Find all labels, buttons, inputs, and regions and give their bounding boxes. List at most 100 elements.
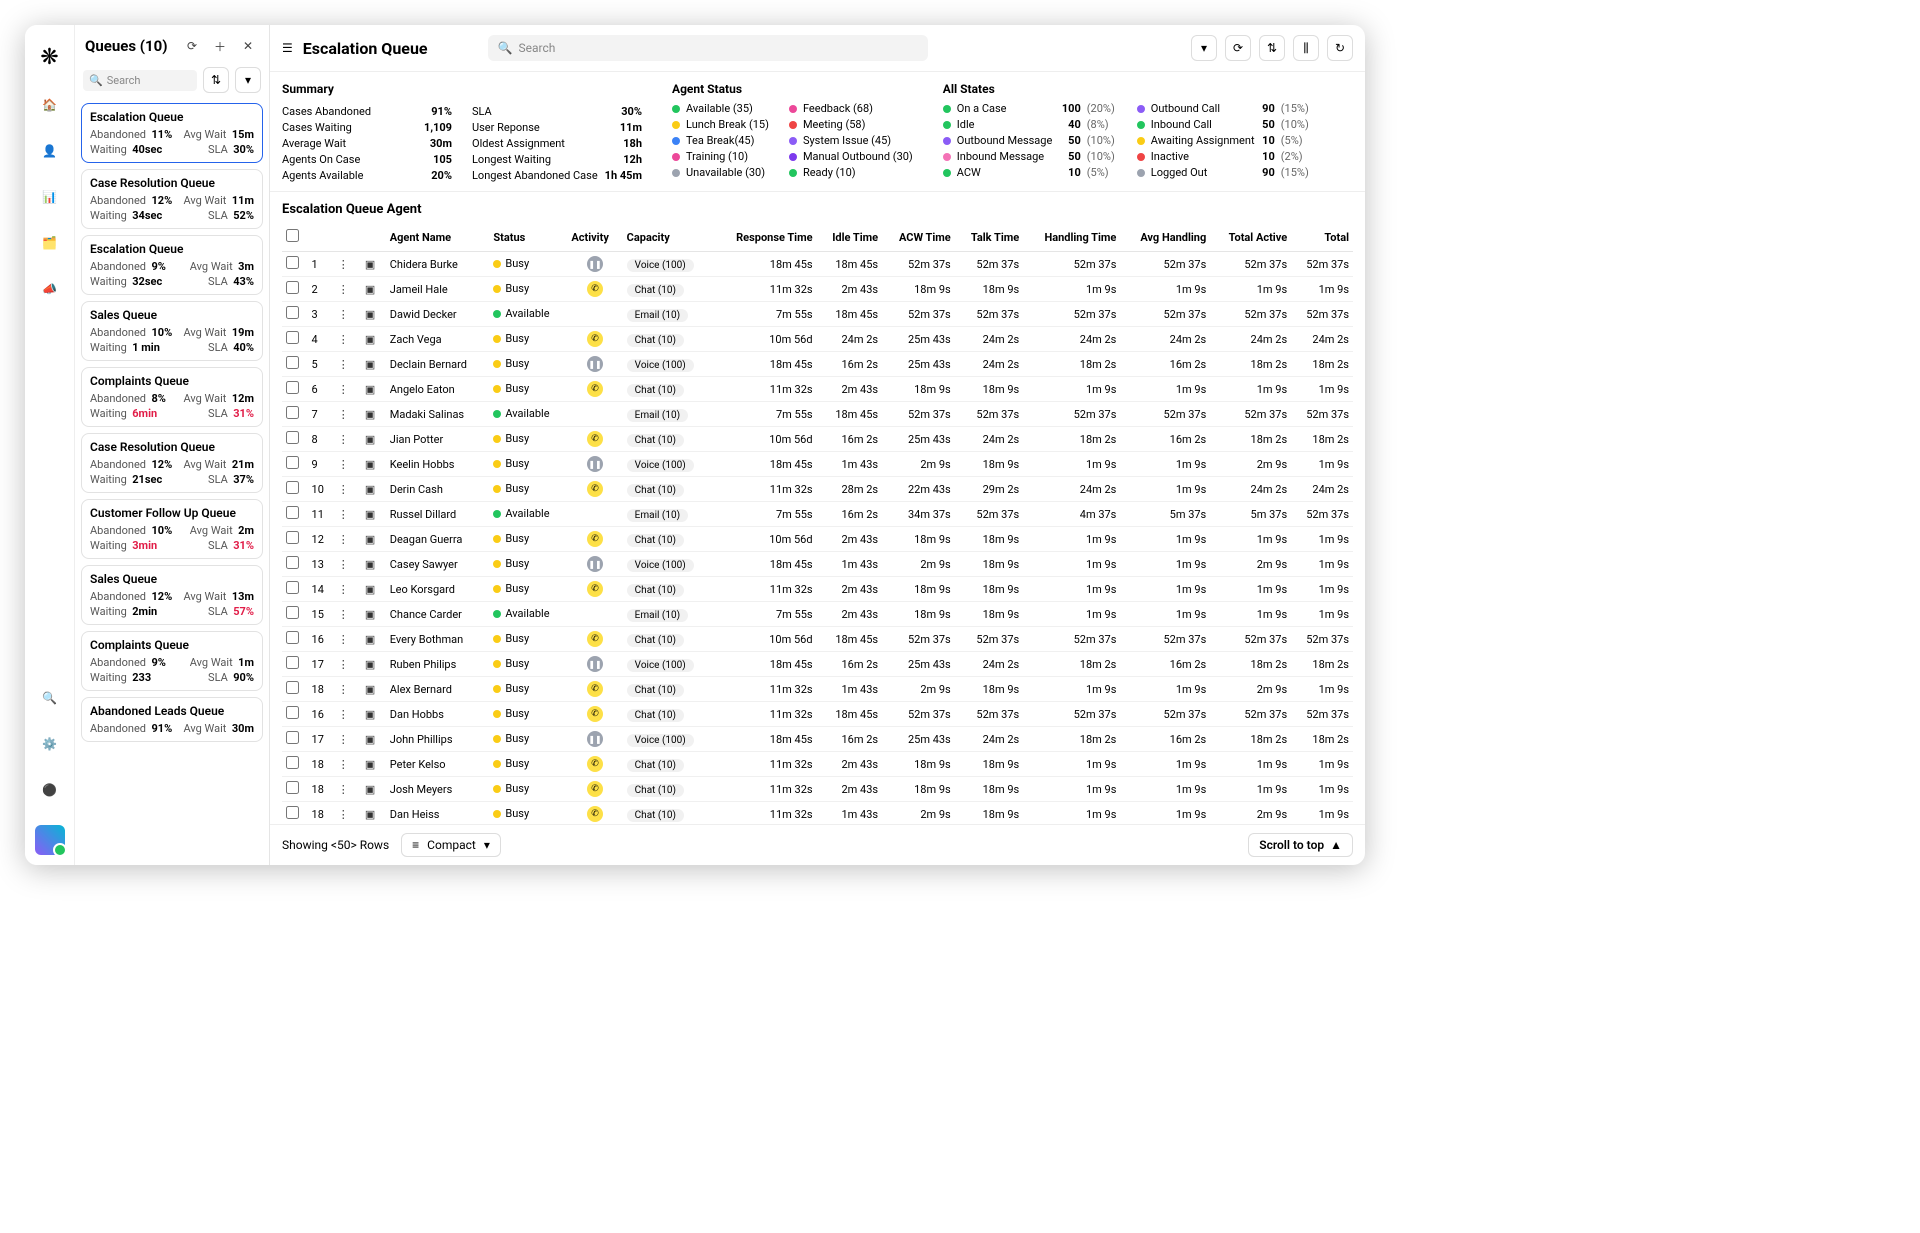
row-checkbox[interactable] <box>286 381 299 394</box>
add-icon[interactable]: ＋ <box>209 35 231 57</box>
queue-card[interactable]: Escalation QueueAbandoned 11%Avg Wait 15… <box>81 103 263 163</box>
broadcast-icon[interactable]: 📣 <box>39 278 61 300</box>
queue-card[interactable]: Sales QueueAbandoned 12%Avg Wait 13mWait… <box>81 565 263 625</box>
row-checkbox[interactable] <box>286 581 299 594</box>
row-checkbox[interactable] <box>286 781 299 794</box>
more-icon[interactable]: ⋮ <box>336 532 350 546</box>
queue-card[interactable]: Complaints QueueAbandoned 8%Avg Wait 12m… <box>81 367 263 427</box>
select-all-checkbox[interactable] <box>286 229 299 242</box>
row-checkbox[interactable] <box>286 756 299 769</box>
refresh-icon[interactable]: ⟳ <box>181 35 203 57</box>
table-row[interactable]: 6 ⋮ ▣ Angelo Eaton Busy ✆ Chat (10) 11m … <box>282 377 1353 402</box>
queue-card[interactable]: Case Resolution QueueAbandoned 12%Avg Wa… <box>81 433 263 493</box>
more-icon[interactable]: ⋮ <box>336 582 350 596</box>
more-icon[interactable]: ⋮ <box>336 282 350 296</box>
table-row[interactable]: 2 ⋮ ▣ Jameil Hale Busy ✆ Chat (10) 11m 3… <box>282 277 1353 302</box>
row-checkbox[interactable] <box>286 506 299 519</box>
row-checkbox[interactable] <box>286 481 299 494</box>
global-search-input[interactable]: 🔍 Search <box>488 35 928 61</box>
table-row[interactable]: 18 ⋮ ▣ Alex Bernard Busy ✆ Chat (10) 11m… <box>282 677 1353 702</box>
table-row[interactable]: 13 ⋮ ▣ Casey Sawyer Busy ❚❚ Voice (100) … <box>282 552 1353 577</box>
scroll-to-top-button[interactable]: Scroll to top ▲ <box>1248 833 1353 857</box>
more-icon[interactable]: ⋮ <box>336 632 350 646</box>
row-checkbox[interactable] <box>286 356 299 369</box>
more-icon[interactable]: ⋮ <box>336 382 350 396</box>
user-icon[interactable]: 👤 <box>39 140 61 162</box>
avatar[interactable] <box>35 825 65 855</box>
row-checkbox[interactable] <box>286 306 299 319</box>
alert-icon[interactable]: ⚫ <box>39 779 61 801</box>
density-select[interactable]: ≡ Compact ▾ <box>401 833 501 857</box>
settings-icon[interactable]: ⚙️ <box>39 733 61 755</box>
close-icon[interactable]: ✕ <box>237 35 259 57</box>
row-checkbox[interactable] <box>286 656 299 669</box>
more-icon[interactable]: ⋮ <box>336 732 350 746</box>
queue-card[interactable]: Complaints QueueAbandoned 9%Avg Wait 1mW… <box>81 631 263 691</box>
table-row[interactable]: 16 ⋮ ▣ Every Bothman Busy ✆ Chat (10) 10… <box>282 627 1353 652</box>
more-icon[interactable]: ⋮ <box>336 457 350 471</box>
sort-icon[interactable]: ⇅ <box>203 67 229 93</box>
more-icon[interactable]: ⋮ <box>336 657 350 671</box>
table-row[interactable]: 3 ⋮ ▣ Dawid Decker Available Email (10) … <box>282 302 1353 327</box>
row-checkbox[interactable] <box>286 281 299 294</box>
more-icon[interactable]: ⋮ <box>336 257 350 271</box>
row-checkbox[interactable] <box>286 406 299 419</box>
sort-button[interactable]: ⇅ <box>1259 35 1285 61</box>
table-row[interactable]: 9 ⋮ ▣ Keelin Hobbs Busy ❚❚ Voice (100) 1… <box>282 452 1353 477</box>
more-icon[interactable]: ⋮ <box>336 507 350 521</box>
filter-icon[interactable]: ▾ <box>235 67 261 93</box>
queue-card[interactable]: Escalation QueueAbandoned 9%Avg Wait 3mW… <box>81 235 263 295</box>
row-checkbox[interactable] <box>286 706 299 719</box>
search-icon[interactable]: 🔍 <box>39 687 61 709</box>
row-checkbox[interactable] <box>286 806 299 819</box>
queue-card[interactable]: Customer Follow Up QueueAbandoned 10%Avg… <box>81 499 263 559</box>
table-row[interactable]: 18 ⋮ ▣ Peter Kelso Busy ✆ Chat (10) 11m … <box>282 752 1353 777</box>
more-icon[interactable]: ⋮ <box>336 607 350 621</box>
table-row[interactable]: 1 ⋮ ▣ Chidera Burke Busy ❚❚ Voice (100) … <box>282 252 1353 277</box>
table-row[interactable]: 8 ⋮ ▣ Jian Potter Busy ✆ Chat (10) 10m 5… <box>282 427 1353 452</box>
analytics-icon[interactable]: 📊 <box>39 186 61 208</box>
row-checkbox[interactable] <box>286 681 299 694</box>
table-row[interactable]: 14 ⋮ ▣ Leo Korsgard Busy ✆ Chat (10) 11m… <box>282 577 1353 602</box>
row-checkbox[interactable] <box>286 431 299 444</box>
table-row[interactable]: 17 ⋮ ▣ Ruben Philips Busy ❚❚ Voice (100)… <box>282 652 1353 677</box>
table-row[interactable]: 10 ⋮ ▣ Derin Cash Busy ✆ Chat (10) 11m 3… <box>282 477 1353 502</box>
more-icon[interactable]: ⋮ <box>336 557 350 571</box>
sidebar-search-input[interactable]: 🔍 Search <box>83 70 197 91</box>
more-icon[interactable]: ⋮ <box>336 482 350 496</box>
queue-card[interactable]: Abandoned Leads QueueAbandoned 91%Avg Wa… <box>81 697 263 742</box>
more-icon[interactable]: ⋮ <box>336 307 350 321</box>
table-row[interactable]: 18 ⋮ ▣ Dan Heiss Busy ✆ Chat (10) 11m 32… <box>282 802 1353 825</box>
menu-icon[interactable]: ☰ <box>282 41 293 55</box>
row-checkbox[interactable] <box>286 531 299 544</box>
table-row[interactable]: 5 ⋮ ▣ Declain Bernard Busy ❚❚ Voice (100… <box>282 352 1353 377</box>
queue-card[interactable]: Case Resolution QueueAbandoned 12%Avg Wa… <box>81 169 263 229</box>
queue-card[interactable]: Sales QueueAbandoned 10%Avg Wait 19mWait… <box>81 301 263 361</box>
home-icon[interactable]: 🏠 <box>39 94 61 116</box>
more-icon[interactable]: ⋮ <box>336 682 350 696</box>
columns-button[interactable]: ⫼ <box>1293 35 1319 61</box>
table-row[interactable]: 4 ⋮ ▣ Zach Vega Busy ✆ Chat (10) 10m 56d… <box>282 327 1353 352</box>
table-row[interactable]: 7 ⋮ ▣ Madaki Salinas Available Email (10… <box>282 402 1353 427</box>
more-icon[interactable]: ⋮ <box>336 357 350 371</box>
row-checkbox[interactable] <box>286 556 299 569</box>
table-row[interactable]: 12 ⋮ ▣ Deagan Guerra Busy ✆ Chat (10) 10… <box>282 527 1353 552</box>
row-checkbox[interactable] <box>286 631 299 644</box>
refresh-button[interactable]: ⟳ <box>1225 35 1251 61</box>
more-icon[interactable]: ⋮ <box>336 707 350 721</box>
table-row[interactable]: 18 ⋮ ▣ Josh Meyers Busy ✆ Chat (10) 11m … <box>282 777 1353 802</box>
row-checkbox[interactable] <box>286 331 299 344</box>
more-icon[interactable]: ⋮ <box>336 432 350 446</box>
row-checkbox[interactable] <box>286 256 299 269</box>
more-icon[interactable]: ⋮ <box>336 407 350 421</box>
row-checkbox[interactable] <box>286 731 299 744</box>
more-icon[interactable]: ⋮ <box>336 332 350 346</box>
row-checkbox[interactable] <box>286 456 299 469</box>
more-icon[interactable]: ⋮ <box>336 807 350 821</box>
filter-button[interactable]: ▾ <box>1191 35 1217 61</box>
table-row[interactable]: 15 ⋮ ▣ Chance Carder Available Email (10… <box>282 602 1353 627</box>
reload-button[interactable]: ↻ <box>1327 35 1353 61</box>
table-row[interactable]: 17 ⋮ ▣ John Phillips Busy ❚❚ Voice (100)… <box>282 727 1353 752</box>
more-icon[interactable]: ⋮ <box>336 782 350 796</box>
queues-icon[interactable]: 🗂️ <box>39 232 61 254</box>
